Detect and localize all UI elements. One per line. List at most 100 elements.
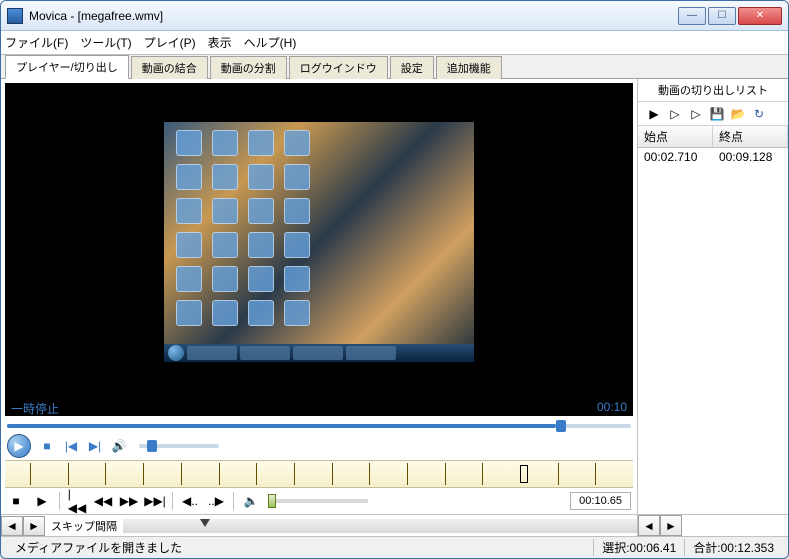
tabbar: プレイヤー/切り出し 動画の結合 動画の分割 ログウインドウ 設定 追加機能 (1, 55, 788, 79)
row-end: 00:09.128 (713, 148, 788, 166)
edit-time-display: 00:10.65 (570, 492, 631, 510)
tab-settings[interactable]: 設定 (390, 56, 434, 79)
toolbar-play-range-button[interactable]: ▷ (667, 106, 683, 122)
skip-ruler[interactable] (123, 519, 637, 533)
video-frame[interactable] (5, 83, 633, 400)
app-window: Movica - [megafree.wmv] — ☐ ✕ ファイル(F) ツー… (0, 0, 789, 559)
nudge-bwd-button[interactable]: ◀.. (181, 492, 199, 510)
video-taskbar (164, 344, 474, 362)
skip-left-button[interactable]: ◄ (1, 516, 23, 536)
app-icon (7, 8, 23, 24)
edit-controls: ■ ▶ |◀◀ ◀◀ ▶▶ ▶▶| ◀.. ..▶ 🔈 00:10.65 (1, 488, 637, 514)
arrow-left-icon: ◄ (643, 519, 655, 533)
skip-bwd-icon: ◀◀ (94, 494, 112, 508)
nudge-bwd-icon: ◀.. (182, 494, 198, 508)
edit-volume-thumb[interactable] (268, 494, 276, 508)
menu-play[interactable]: プレイ(P) (144, 34, 196, 51)
tab-log[interactable]: ログウインドウ (289, 56, 388, 79)
cutlist-row[interactable]: 00:02.710 00:09.128 (638, 148, 788, 166)
nudge-fwd-button[interactable]: ..▶ (207, 492, 225, 510)
skip-last-button[interactable]: ▶▶| (146, 492, 164, 510)
video-area: 一時停止 00:10 (5, 83, 633, 416)
tab-split[interactable]: 動画の分割 (210, 56, 287, 79)
nudge-fwd-icon: ..▶ (208, 494, 224, 508)
cutlist-nav-left-button[interactable]: ◄ (638, 515, 660, 536)
tab-extra[interactable]: 追加機能 (436, 56, 502, 79)
tab-player[interactable]: プレイヤー/切り出し (5, 55, 129, 79)
play-edit-icon: ▷ (691, 107, 700, 121)
skip-interval-label: スキップ間隔 (45, 518, 123, 534)
right-pane: 動画の切り出しリスト ▶ ▷ ▷ 💾 📂 ↻ 始点 終点 00:02.710 0… (637, 79, 788, 536)
seek-bar[interactable] (7, 424, 631, 428)
cutlist-toolbar: ▶ ▷ ▷ 💾 📂 ↻ (638, 102, 788, 126)
next-icon: ▶| (89, 439, 101, 453)
play-icon: ▶ (14, 439, 23, 453)
prev-button[interactable]: |◀ (63, 438, 79, 454)
playback-state-label: 一時停止 (11, 400, 59, 416)
window-buttons: — ☐ ✕ (678, 7, 782, 25)
tab-join[interactable]: 動画の結合 (131, 56, 208, 79)
toolbar-play-button[interactable]: ▶ (646, 106, 662, 122)
save-icon: 💾 (710, 107, 725, 121)
content: 一時停止 00:10 ▶ ■ |◀ ▶| 🔊 (1, 79, 788, 536)
edit-play-button[interactable]: ▶ (33, 492, 51, 510)
video-thumbnail (164, 122, 474, 362)
volume-thumb[interactable] (147, 440, 157, 452)
toolbar-refresh-button[interactable]: ↻ (751, 106, 767, 122)
next-button[interactable]: ▶| (87, 438, 103, 454)
arrow-right-icon: ► (28, 519, 40, 533)
menubar: ファイル(F) ツール(T) プレイ(P) 表示 ヘルプ(H) (1, 31, 788, 55)
skip-bwd-button[interactable]: ◀◀ (94, 492, 112, 510)
header-start[interactable]: 始点 (638, 126, 713, 147)
row-start: 00:02.710 (638, 148, 713, 166)
skip-last-icon: ▶▶| (144, 494, 166, 508)
folder-icon: 📂 (731, 107, 746, 121)
skip-right-button[interactable]: ► (23, 516, 45, 536)
volume-slider[interactable] (139, 444, 219, 448)
play-icon: ▶ (649, 107, 658, 121)
toolbar-save-button[interactable]: 💾 (709, 106, 725, 122)
skip-first-icon: |◀◀ (68, 487, 86, 515)
seek-thumb[interactable] (556, 420, 566, 432)
cutlist-nav-right-button[interactable]: ► (660, 515, 682, 536)
skip-first-button[interactable]: |◀◀ (68, 492, 86, 510)
menu-tools[interactable]: ツール(T) (80, 34, 131, 51)
skip-bar: ◄ ► スキップ間隔 (1, 514, 637, 536)
volume-icon: 🔊 (112, 439, 127, 453)
skip-fwd-button[interactable]: ▶▶ (120, 492, 138, 510)
playback-time-label: 00:10 (597, 400, 627, 416)
menu-file[interactable]: ファイル(F) (5, 34, 68, 51)
statusbar: メディアファイルを開きました 選択:00:06.41 合計:00:12.353 (1, 536, 788, 558)
toolbar-edit-button[interactable]: ▷ (688, 106, 704, 122)
volume-button[interactable]: 🔊 (111, 438, 127, 454)
arrow-left-icon: ◄ (6, 519, 18, 533)
play-button[interactable]: ▶ (7, 434, 31, 458)
speaker-icon: 🔈 (244, 494, 259, 508)
seek-bar-row (1, 420, 637, 432)
marker-cursor[interactable] (520, 465, 528, 483)
status-message: メディアファイルを開きました (7, 539, 190, 556)
menu-help[interactable]: ヘルプ(H) (244, 34, 297, 51)
stop-icon: ■ (43, 439, 50, 453)
status-selection: 選択:00:06.41 (593, 539, 684, 556)
menu-view[interactable]: 表示 (208, 34, 232, 51)
edit-volume-slider[interactable] (268, 499, 368, 503)
header-end[interactable]: 終点 (713, 126, 788, 147)
edit-stop-button[interactable]: ■ (7, 492, 25, 510)
cutlist-nav: ◄ ► (638, 514, 788, 536)
close-button[interactable]: ✕ (738, 7, 782, 25)
maximize-button[interactable]: ☐ (708, 7, 736, 25)
marker-strip[interactable] (5, 460, 633, 488)
stop-button[interactable]: ■ (39, 438, 55, 454)
cutlist-title: 動画の切り出しリスト (638, 79, 788, 102)
stop-icon: ■ (12, 494, 19, 508)
toolbar-open-button[interactable]: 📂 (730, 106, 746, 122)
play-outline-icon: ▷ (670, 107, 679, 121)
left-pane: 一時停止 00:10 ▶ ■ |◀ ▶| 🔊 (1, 79, 637, 536)
play-icon: ▶ (37, 494, 46, 508)
video-statusbar: 一時停止 00:10 (5, 400, 633, 416)
media-controls: ▶ ■ |◀ ▶| 🔊 (1, 432, 637, 460)
speaker-button[interactable]: 🔈 (242, 492, 260, 510)
arrow-right-icon: ► (665, 519, 677, 533)
minimize-button[interactable]: — (678, 7, 706, 25)
